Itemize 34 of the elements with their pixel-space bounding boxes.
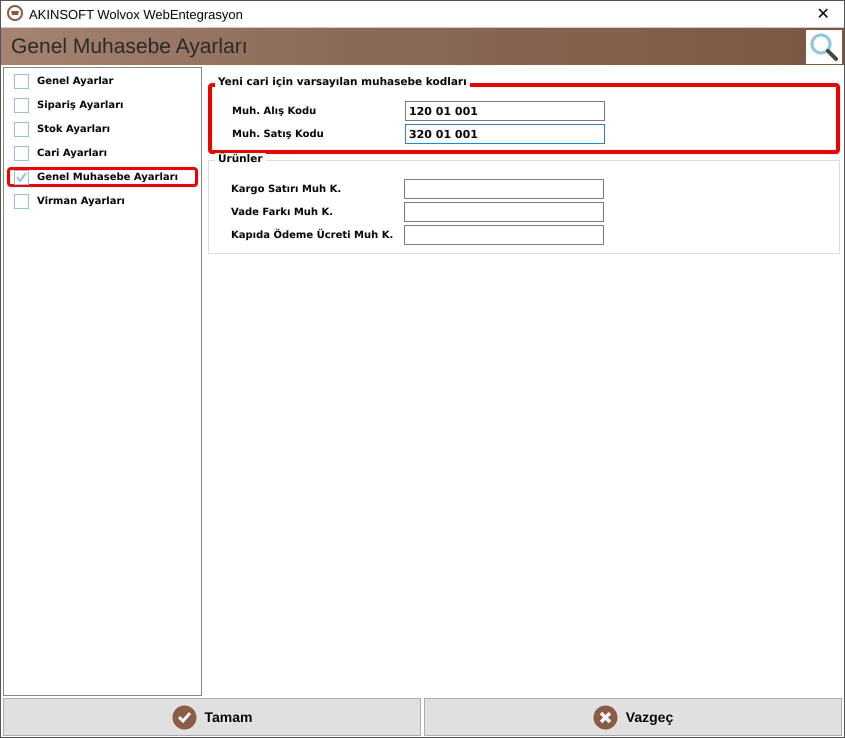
x-icon — [592, 704, 618, 730]
field-label: Muh. Alış Kodu — [232, 106, 318, 116]
close-button[interactable]: ✕ — [808, 4, 838, 24]
sidebar-item[interactable]: Cari Ayarları — [7, 143, 198, 163]
input-field[interactable]: 320 01 001 — [405, 124, 605, 144]
checkbox[interactable] — [14, 170, 29, 184]
app-icon — [7, 4, 23, 24]
sidebar-item[interactable]: Stok Ayarları — [7, 119, 198, 139]
cancel-button[interactable]: Vazgeç — [424, 698, 842, 736]
field-label: Vade Farkı Muh K. — [231, 206, 334, 218]
group-title: Yeni cari için varsayılan muhasebe kodları — [215, 76, 470, 88]
page-title: Genel Muhasebe Ayarları — [11, 34, 249, 58]
input-field[interactable] — [404, 179, 604, 199]
input-field[interactable] — [404, 202, 604, 222]
checkbox[interactable] — [14, 122, 29, 136]
check-icon — [172, 704, 196, 730]
field-label: Kargo Satırı Muh K. — [231, 184, 342, 194]
input-field[interactable] — [404, 225, 604, 245]
field-label: Kapıda Ödeme Ücreti Muh K. — [231, 230, 394, 240]
input-field[interactable]: 120 01 001 — [405, 101, 605, 121]
sidebar-item[interactable]: Genel Muhasebe Ayarları — [7, 167, 198, 187]
group-title: Ürünler — [215, 153, 266, 165]
field-label: Muh. Satış Kodu — [232, 128, 325, 140]
sidebar-item[interactable]: Sipariş Ayarları — [7, 95, 198, 115]
checkbox[interactable] — [14, 194, 29, 208]
checkbox[interactable] — [14, 74, 29, 88]
sidebar-item[interactable]: Genel Ayarlar — [7, 71, 198, 91]
window-title: AKINSOFT Wolvox WebEntegrasyon — [29, 6, 244, 22]
search-icon — [809, 32, 839, 62]
sidebar-item[interactable]: Virman Ayarları — [7, 191, 198, 211]
checkbox[interactable] — [14, 98, 29, 112]
checkbox[interactable] — [14, 146, 29, 160]
search-button[interactable] — [806, 30, 842, 64]
ok-button[interactable]: Tamam — [3, 698, 421, 736]
